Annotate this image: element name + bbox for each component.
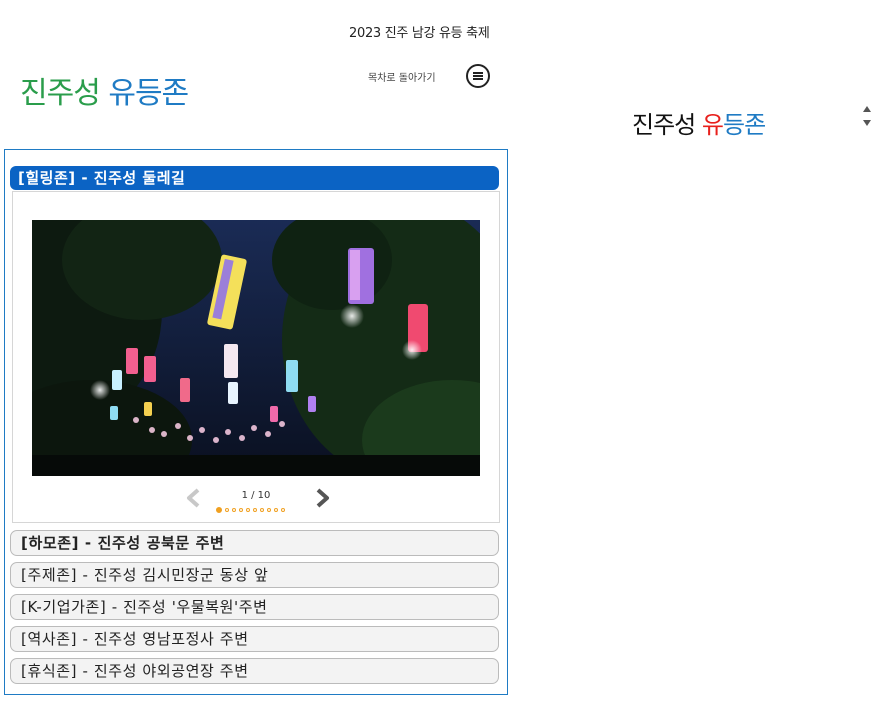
menu-list-icon[interactable] [466,64,490,88]
zone-select-part1: 진주성 [632,111,696,139]
slide-dots[interactable] [216,506,285,514]
zone-select-part3: 등존 [722,111,766,139]
slide-dot[interactable] [246,508,250,512]
zone-item-rest[interactable]: [휴식존] - 진주성 야외공연장 주변 [10,658,499,684]
page-title-part2: 유등존 [108,76,189,111]
festival-title: 2023 진주 남강 유등 축제 [349,26,490,41]
zone-select-part2: 유 [701,111,724,139]
slide-dot[interactable] [260,508,264,512]
slide-dot[interactable] [281,508,285,512]
active-zone-header[interactable]: [힐링존] - 진주성 둘레길 [10,166,499,190]
chevron-left-icon[interactable] [184,488,204,508]
zone-item-history[interactable]: [역사존] - 진주성 영남포정사 주변 [10,626,499,652]
page-title: 진주성 유등존 [20,68,189,112]
slide-dot[interactable] [216,507,222,513]
slide-dot[interactable] [232,508,236,512]
slide-dot[interactable] [253,508,257,512]
lantern-photo [32,220,480,476]
back-to-contents-link[interactable]: 목차로 돌아가기 [368,69,436,84]
slide-counter: 1 / 10 [241,490,271,501]
slide-dot[interactable] [267,508,271,512]
page-title-part1: 진주성 [20,76,101,111]
zone-item-k-business[interactable]: [K-기업가존] - 진주성 '우물복원'주변 [10,594,499,620]
chevron-right-icon[interactable] [312,488,332,508]
zone-item-theme[interactable]: [주제존] - 진주성 김시민장군 동상 앞 [10,562,499,588]
sort-updown-icon[interactable] [862,104,872,128]
zone-item-hamo[interactable]: [하모존] - 진주성 공북문 주변 [10,530,499,556]
zone-select[interactable]: 진주성 유등존 [632,105,766,140]
slide-dot[interactable] [274,508,278,512]
slide-dot[interactable] [225,508,229,512]
slide-dot[interactable] [239,508,243,512]
